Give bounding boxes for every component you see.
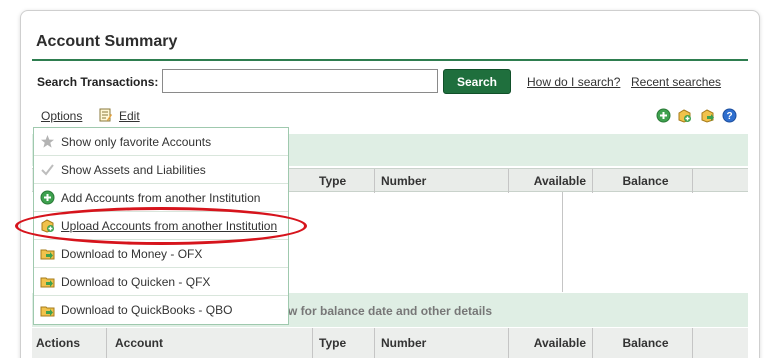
menu-item-label: Show Assets and Liabilities	[61, 162, 206, 177]
title-divider	[32, 59, 748, 61]
options-menu[interactable]: Options	[41, 109, 82, 123]
search-button[interactable]: Search	[443, 69, 511, 94]
column-header: Number	[375, 169, 509, 193]
page-title: Account Summary	[36, 33, 178, 50]
add-icon[interactable]	[656, 108, 671, 123]
upload-icon	[40, 218, 55, 233]
help-icon[interactable]: ?	[722, 108, 737, 123]
upload-icon[interactable]	[677, 108, 692, 123]
search-input[interactable]	[162, 69, 438, 93]
menu-item-download-quickbooks[interactable]: Download to QuickBooks - QBO	[34, 296, 288, 324]
menu-item-download-quicken[interactable]: Download to Quicken - QFX	[34, 268, 288, 296]
edit-link[interactable]: Edit	[119, 109, 140, 123]
menu-item-add-accounts[interactable]: Add Accounts from another Institution	[34, 184, 288, 212]
recent-searches-link[interactable]: Recent searches	[631, 75, 721, 89]
table2-header: Actions Account Type Number Available Ba…	[32, 328, 748, 358]
menu-item-label: Upload Accounts from another Institution	[61, 218, 278, 233]
download-icon	[40, 303, 55, 318]
column-header: Actions	[32, 328, 107, 358]
column-header: Available	[509, 328, 593, 358]
edit-icon[interactable]	[99, 108, 112, 122]
svg-text:?: ?	[726, 111, 732, 122]
column-header: Number	[375, 328, 509, 358]
menu-item-label: Show only favorite Accounts	[61, 134, 212, 149]
download-icon	[40, 246, 55, 261]
add-icon	[40, 190, 55, 205]
download-icon[interactable]	[700, 108, 715, 123]
menu-item-favorite-accounts[interactable]: Show only favorite Accounts	[34, 128, 288, 156]
options-dropdown-menu: Show only favorite Accounts Show Assets …	[33, 127, 289, 325]
menu-item-assets-liabilities[interactable]: Show Assets and Liabilities	[34, 156, 288, 184]
column-header: Balance	[593, 169, 693, 193]
how-to-search-link[interactable]: How do I search?	[527, 75, 620, 89]
menu-item-label: Download to Quicken - QFX	[61, 274, 211, 289]
star-icon	[40, 134, 55, 149]
menu-item-download-money[interactable]: Download to Money - OFX	[34, 240, 288, 268]
menu-item-label: Download to Money - OFX	[61, 246, 203, 261]
details-hint: w for balance date and other details	[288, 304, 493, 318]
column-header: Available	[509, 169, 593, 193]
column-divider	[562, 192, 563, 292]
menu-item-label: Download to QuickBooks - QBO	[61, 303, 233, 317]
check-icon	[40, 162, 55, 177]
menu-item-upload-accounts[interactable]: Upload Accounts from another Institution	[34, 212, 288, 240]
download-icon	[40, 274, 55, 289]
column-header: Type	[313, 169, 375, 193]
column-header: Account	[107, 328, 313, 358]
menu-item-label: Add Accounts from another Institution	[61, 190, 261, 205]
column-header: Type	[313, 328, 375, 358]
column-header: Balance	[593, 328, 693, 358]
search-label: Search Transactions:	[37, 75, 159, 89]
